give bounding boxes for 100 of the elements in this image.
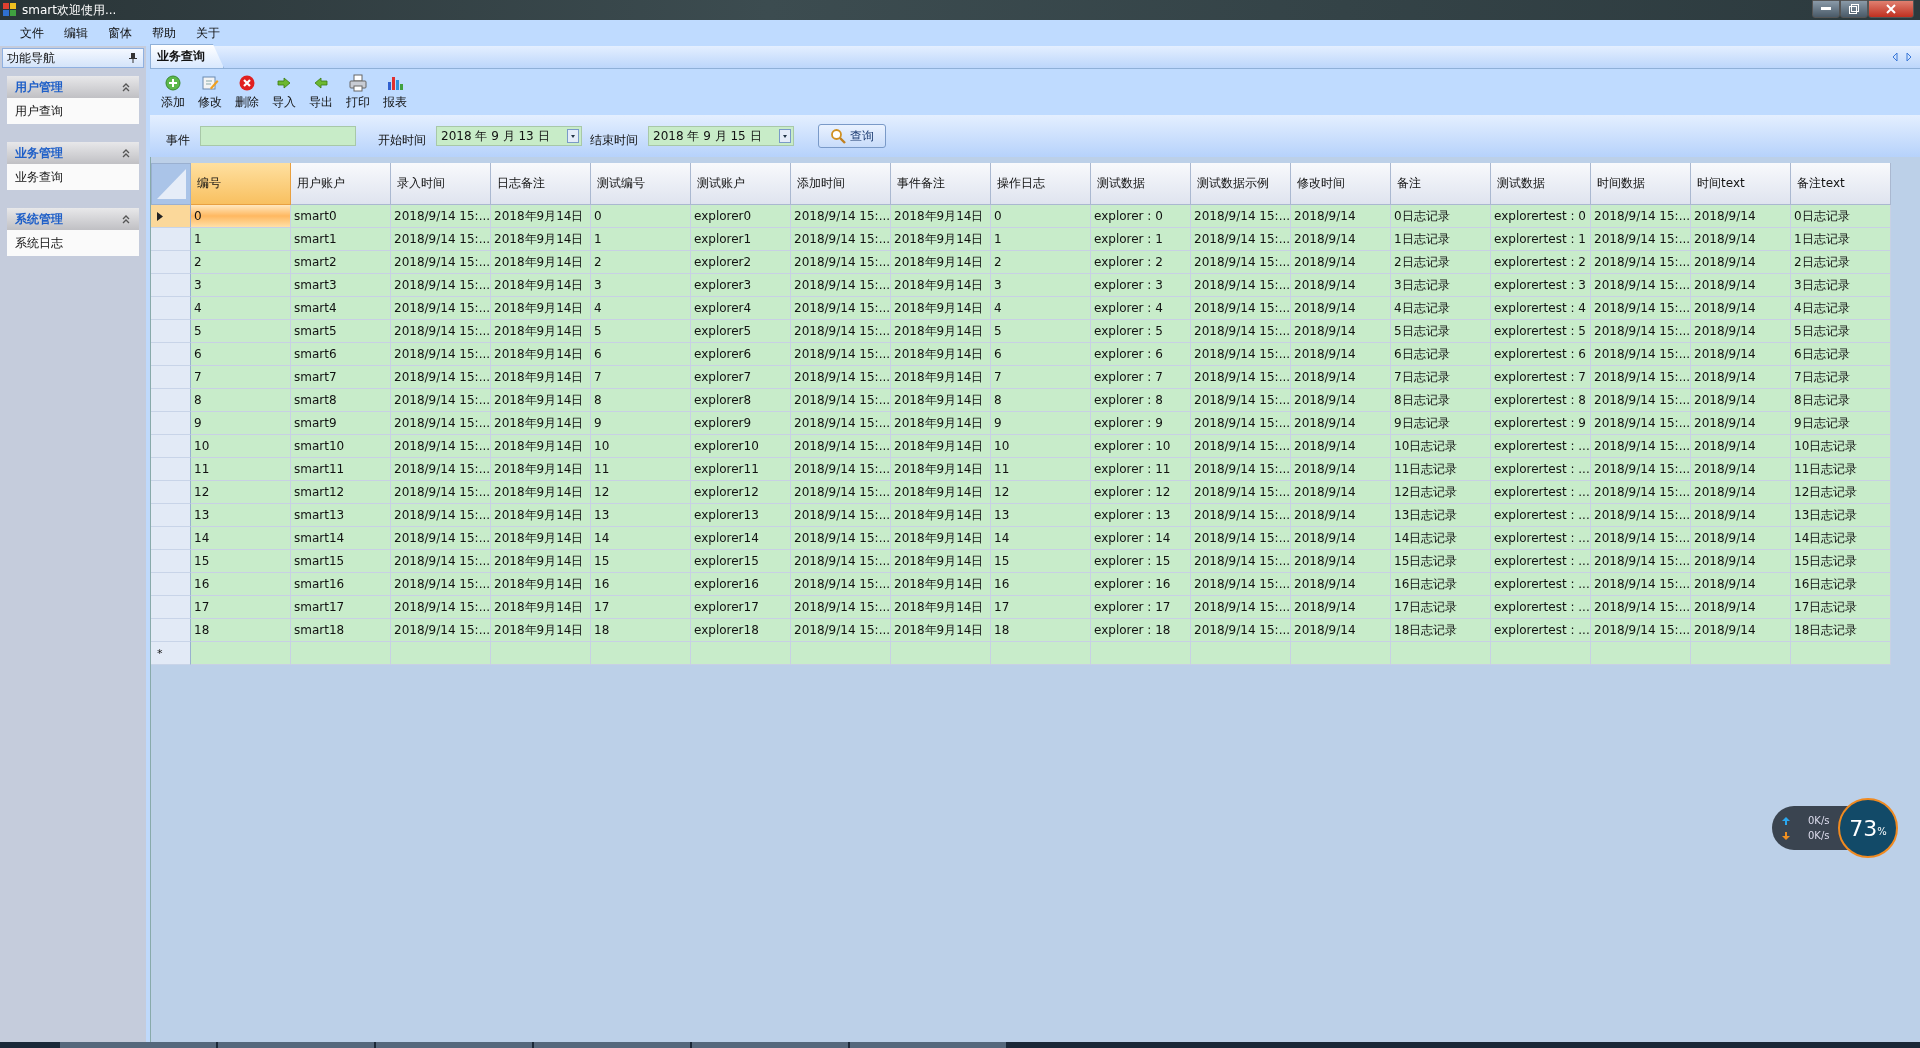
table-cell: 7 <box>991 366 1091 389</box>
row-header[interactable] <box>151 205 191 228</box>
menu-item[interactable]: 窗体 <box>98 24 142 42</box>
table-cell: 2018/9/14 15:... <box>1591 343 1691 366</box>
new-row-cell[interactable] <box>491 642 591 665</box>
column-header[interactable]: 日志备注 <box>491 163 591 205</box>
row-header[interactable]: * <box>151 642 191 665</box>
table-cell: 2018/9/14 15:... <box>1191 481 1291 504</box>
column-header[interactable]: 备注 <box>1391 163 1491 205</box>
taskbar-button[interactable] <box>534 1042 690 1048</box>
restore-button[interactable] <box>1840 0 1868 18</box>
table-cell: explorertest : 5 <box>1491 320 1591 343</box>
table-cell: explorertest : 1 <box>1491 228 1591 251</box>
table-cell: 8日志记录 <box>1391 389 1491 412</box>
nav-item[interactable]: 用户查询 <box>7 98 139 124</box>
new-row-cell[interactable] <box>1791 642 1891 665</box>
table-cell: 2018年9月14日 <box>491 389 591 412</box>
table-cell: 1 <box>591 228 691 251</box>
new-row-cell[interactable] <box>1091 642 1191 665</box>
new-row-cell[interactable] <box>591 642 691 665</box>
table-cell: 2018/9/14 <box>1691 320 1791 343</box>
scroll-left-icon[interactable] <box>1892 52 1898 62</box>
table-cell: explorertest : ... <box>1491 481 1591 504</box>
minimize-button[interactable] <box>1812 0 1840 18</box>
column-header[interactable]: 测试数据示例 <box>1191 163 1291 205</box>
table-cell: 2018年9月14日 <box>491 573 591 596</box>
edit-button[interactable]: 修改 <box>191 73 228 111</box>
new-row-cell[interactable] <box>391 642 491 665</box>
table-cell: 2018年9月14日 <box>491 274 591 297</box>
table-cell: explorer : 2 <box>1091 251 1191 274</box>
table-cell: explorer14 <box>691 527 791 550</box>
taskbar-button[interactable] <box>850 1042 1006 1048</box>
menu-item[interactable]: 编辑 <box>54 24 98 42</box>
print-icon <box>348 73 367 92</box>
column-header[interactable]: 用户账户 <box>291 163 391 205</box>
start-date-picker[interactable]: 2018 年 9 月 13 日 <box>436 126 582 146</box>
column-header[interactable]: 操作日志 <box>991 163 1091 205</box>
tab[interactable]: 业务查询 <box>150 44 224 68</box>
menu-item[interactable]: 关于 <box>186 24 230 42</box>
column-header[interactable]: 测试数据 <box>1091 163 1191 205</box>
table-cell: 2018/9/14 15:... <box>1591 504 1691 527</box>
column-header[interactable]: 测试账户 <box>691 163 791 205</box>
column-header[interactable]: 编号 <box>191 163 291 205</box>
table-cell: 2018/9/14 15:... <box>391 320 491 343</box>
taskbar-button[interactable] <box>60 1042 216 1048</box>
export-button[interactable]: 导出 <box>302 73 339 111</box>
table-cell: 2018/9/14 15:... <box>1591 458 1691 481</box>
table-cell: 2018/9/14 15:... <box>1191 412 1291 435</box>
menu-item[interactable]: 帮助 <box>142 24 186 42</box>
new-row-cell[interactable] <box>691 642 791 665</box>
column-header[interactable]: 备注text <box>1791 163 1891 205</box>
group-header[interactable]: 系统管理 <box>7 208 139 230</box>
menu-item[interactable]: 文件 <box>10 24 54 42</box>
column-header[interactable]: 录入时间 <box>391 163 491 205</box>
table-cell: 2018/9/14 15:... <box>391 458 491 481</box>
new-row-cell[interactable] <box>791 642 891 665</box>
table-cell: explorer1 <box>691 228 791 251</box>
column-header[interactable]: 时间数据 <box>1591 163 1691 205</box>
column-header[interactable]: 测试编号 <box>591 163 691 205</box>
column-header[interactable]: 修改时间 <box>1291 163 1391 205</box>
new-row-cell[interactable] <box>1391 642 1491 665</box>
print-button[interactable]: 打印 <box>339 73 376 111</box>
add-button[interactable]: 添加 <box>154 73 191 111</box>
event-field[interactable] <box>200 126 356 146</box>
nav-item[interactable]: 系统日志 <box>7 230 139 256</box>
table-cell: 2018/9/14 15:... <box>1191 274 1291 297</box>
new-row-cell[interactable] <box>1591 642 1691 665</box>
new-row-cell[interactable] <box>891 642 991 665</box>
taskbar-button[interactable] <box>692 1042 848 1048</box>
new-row-cell[interactable] <box>1191 642 1291 665</box>
taskbar-button[interactable] <box>376 1042 532 1048</box>
table-cell: 2018/9/14 <box>1691 458 1791 481</box>
column-header[interactable]: 测试数据 <box>1491 163 1591 205</box>
report-button[interactable]: 报表 <box>376 73 413 111</box>
query-button[interactable]: 查询 <box>818 124 886 148</box>
table-cell: 2018/9/14 <box>1691 412 1791 435</box>
column-header[interactable]: 时间text <box>1691 163 1791 205</box>
delete-button[interactable]: 删除 <box>228 73 265 111</box>
group-header[interactable]: 业务管理 <box>7 142 139 164</box>
new-row-cell[interactable] <box>1691 642 1791 665</box>
new-row-cell[interactable] <box>1291 642 1391 665</box>
table-cell: 2018年9月14日 <box>891 412 991 435</box>
column-header[interactable]: 添加时间 <box>791 163 891 205</box>
close-button[interactable] <box>1868 0 1914 18</box>
nav-item[interactable]: 业务查询 <box>7 164 139 190</box>
column-header[interactable]: 事件备注 <box>891 163 991 205</box>
taskbar-button[interactable] <box>218 1042 374 1048</box>
table-cell: 3 <box>191 274 291 297</box>
end-date-picker[interactable]: 2018 年 9 月 15 日 <box>648 126 794 146</box>
new-row-cell[interactable] <box>191 642 291 665</box>
new-row-cell[interactable] <box>1491 642 1591 665</box>
new-row-cell[interactable] <box>991 642 1091 665</box>
scroll-right-icon[interactable] <box>1906 52 1912 62</box>
table-cell: 2018/9/14 15:... <box>791 274 891 297</box>
group-header[interactable]: 用户管理 <box>7 76 139 98</box>
import-button[interactable]: 导入 <box>265 73 302 111</box>
table-cell: 2018/9/14 <box>1691 573 1791 596</box>
new-row-cell[interactable] <box>291 642 391 665</box>
pin-icon[interactable] <box>129 53 137 63</box>
table-cell: 14 <box>991 527 1091 550</box>
